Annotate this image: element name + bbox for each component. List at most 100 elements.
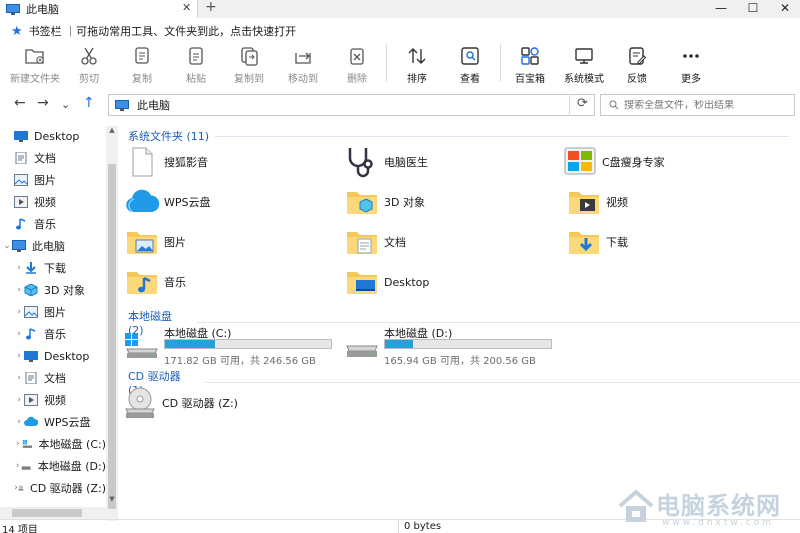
sidebar-item-video[interactable]: 视频 — [0, 192, 106, 212]
sidebar-item-label: 本地磁盘 (D:) — [37, 460, 106, 473]
sidebar-item-desktop[interactable]: Desktop — [0, 126, 106, 146]
view-button[interactable]: 查看 — [443, 44, 497, 88]
cut-button[interactable]: 剪切 — [62, 44, 116, 88]
sidebar-item-pictures[interactable]: 图片 — [0, 170, 106, 190]
search-input[interactable] — [624, 99, 784, 111]
scrollbar-thumb[interactable] — [108, 164, 116, 509]
breadcrumb[interactable]: 此电脑 — [137, 97, 170, 113]
sort-button[interactable]: 排序 — [390, 44, 444, 88]
sidebar-item-label: 下载 — [44, 262, 66, 275]
sidebar-item-cd-drive[interactable]: › CD 驱动器 (Z:) — [0, 478, 106, 498]
sidebar-item-drive-d[interactable]: › 本地磁盘 (D:) — [0, 456, 106, 476]
scroll-up-icon[interactable]: ▲ — [106, 126, 118, 134]
chevron-right-icon[interactable]: › — [14, 417, 24, 427]
item-label: 下载 — [606, 236, 628, 249]
drive-item-d[interactable]: 本地磁盘 (D:) 165.94 GB 可用，共 200.56 GB — [344, 325, 556, 367]
sidebar-item-wps-cloud[interactable]: › WPS云盘 — [0, 412, 106, 432]
maximize-button[interactable]: ☐ — [738, 0, 768, 18]
folder-item[interactable]: 电脑医生 — [344, 144, 428, 180]
new-folder-button[interactable]: 新建文件夹 — [8, 44, 62, 88]
chevron-down-icon[interactable]: ⌄ — [2, 241, 12, 251]
close-button[interactable]: ✕ — [770, 0, 800, 18]
chevron-right-icon[interactable]: › — [14, 373, 24, 383]
chevron-down-icon[interactable]: ⌄ — [61, 98, 70, 111]
drive-icon — [346, 345, 378, 357]
feedback-button[interactable]: 反馈 — [610, 44, 664, 88]
chevron-right-icon[interactable]: › — [14, 395, 24, 405]
sidebar-scrollbar[interactable]: ▲ ▼ — [106, 126, 118, 521]
drive-usage-bar — [164, 339, 332, 349]
sidebar-item-pictures[interactable]: › 图片 — [0, 302, 106, 322]
sidebar-item-video[interactable]: › 视频 — [0, 390, 106, 410]
forward-arrow-icon[interactable]: → — [37, 95, 49, 111]
address-bar[interactable]: 此电脑 — [108, 94, 595, 116]
chevron-right-icon[interactable]: › — [14, 439, 22, 449]
up-arrow-icon[interactable]: ↑ — [83, 95, 95, 111]
cd-drive-item[interactable]: CD 驱动器 (Z:) — [122, 385, 238, 421]
group-header-system-folders[interactable]: 系统文件夹 (11) — [128, 128, 790, 144]
folder-item[interactable]: 3D 对象 — [344, 184, 425, 220]
system-mode-button[interactable]: 系统模式 — [557, 44, 611, 88]
music-folder-icon — [127, 272, 157, 294]
drive-space-info: 171.82 GB 可用，共 246.56 GB — [164, 356, 316, 367]
folder-item[interactable]: C盘瘦身专家 — [562, 144, 665, 180]
drive-item-c[interactable]: 本地磁盘 (C:) 171.82 GB 可用，共 246.56 GB — [124, 325, 336, 367]
sidebar-item-label: 此电脑 — [32, 240, 65, 253]
search-box[interactable] — [600, 94, 795, 116]
copy-button[interactable]: 复制 — [115, 44, 169, 88]
video-icon — [24, 394, 38, 406]
desktop-icon — [24, 351, 38, 362]
tab-close-button[interactable]: ✕ — [182, 1, 191, 14]
sidebar-item-drive-c[interactable]: › 本地磁盘 (C:) — [0, 434, 106, 454]
more-button[interactable]: 更多 — [664, 44, 718, 88]
watermark-title: 电脑系统网 — [656, 492, 781, 520]
move-to-button[interactable]: 移动到 — [276, 44, 330, 88]
delete-button[interactable]: 删除 — [330, 44, 384, 88]
wps-cloud-icon — [126, 189, 160, 213]
tab-this-pc[interactable]: 此电脑 ✕ — [0, 0, 198, 18]
toolbox-label: 百宝箱 — [515, 74, 545, 85]
chevron-right-icon[interactable]: › — [14, 263, 24, 273]
item-label: 电脑医生 — [384, 156, 428, 169]
folder-item[interactable]: 音乐 — [124, 264, 186, 300]
chevron-right-icon[interactable]: › — [14, 307, 24, 317]
divider — [196, 322, 800, 323]
sidebar-item-music[interactable]: 音乐 — [0, 214, 106, 234]
chevron-right-icon[interactable]: › — [14, 285, 24, 295]
scrollbar-thumb[interactable] — [12, 509, 82, 517]
sidebar-item-3d-objects[interactable]: › 3D 对象 — [0, 280, 106, 300]
back-arrow-icon[interactable]: ← — [14, 95, 26, 111]
sidebar-item-desktop[interactable]: › Desktop — [0, 346, 106, 366]
windows-drive-icon — [125, 333, 158, 358]
minimize-button[interactable]: — — [706, 0, 736, 18]
disk-cleanup-icon — [564, 147, 596, 175]
copy-to-button[interactable]: 复制到 — [222, 44, 276, 88]
folder-item[interactable]: WPS云盘 — [124, 184, 211, 220]
more-icon — [683, 54, 699, 58]
scroll-down-icon[interactable]: ▼ — [106, 495, 118, 503]
sidebar-item-label: 本地磁盘 (C:) — [38, 438, 106, 451]
sidebar-horizontal-scrollbar[interactable] — [0, 507, 106, 519]
new-tab-button[interactable]: + — [205, 0, 217, 15]
folder-item[interactable]: 下载 — [566, 224, 628, 260]
chevron-right-icon[interactable]: › — [14, 461, 21, 471]
sidebar-item-music[interactable]: › 音乐 — [0, 324, 106, 344]
sidebar-item-downloads[interactable]: › 下载 — [0, 258, 106, 278]
folder-item[interactable]: 文档 — [344, 224, 406, 260]
sidebar-item-documents[interactable]: 文档 — [0, 148, 106, 168]
folder-item[interactable]: 图片 — [124, 224, 186, 260]
refresh-icon[interactable]: ⟳ — [569, 94, 595, 116]
sidebar-item-this-pc[interactable]: ⌄ 此电脑 — [0, 236, 106, 256]
folder-item[interactable]: 搜狐影音 — [124, 144, 208, 180]
folder-item[interactable]: Desktop — [344, 264, 429, 300]
folder-item[interactable]: 视频 — [566, 184, 628, 220]
chevron-right-icon[interactable]: › — [14, 351, 24, 361]
sidebar-item-label: 图片 — [34, 174, 56, 187]
sort-label: 排序 — [407, 74, 427, 85]
copy-label: 复制 — [132, 74, 152, 85]
toolbox-button[interactable]: 百宝箱 — [503, 44, 557, 88]
more-label: 更多 — [681, 74, 701, 85]
sidebar-item-documents[interactable]: › 文档 — [0, 368, 106, 388]
paste-button[interactable]: 粘贴 — [169, 44, 223, 88]
chevron-right-icon[interactable]: › — [14, 329, 24, 339]
